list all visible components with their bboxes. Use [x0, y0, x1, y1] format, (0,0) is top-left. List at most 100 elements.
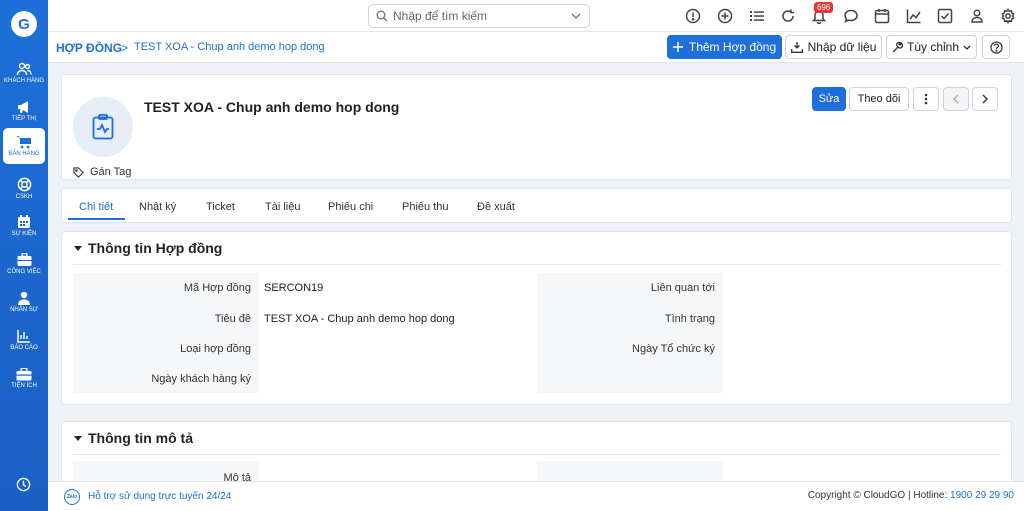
- person-icon: [18, 291, 30, 305]
- online-support-link[interactable]: Hỗ trợ sử dụng trực tuyến 24/24: [88, 491, 231, 502]
- breadcrumb-current: TEST XOA - Chup anh demo hop dong: [134, 41, 325, 53]
- help-button[interactable]: [982, 35, 1010, 59]
- task-check-icon[interactable]: [937, 8, 953, 24]
- calendar-icon[interactable]: [874, 8, 890, 24]
- record-title: TEST XOA - Chup anh demo hop dong: [144, 99, 400, 115]
- active-tab-indicator: [68, 218, 125, 220]
- sidebar-item-label: SỰ KIỆN: [11, 231, 37, 237]
- list-icon[interactable]: [749, 8, 765, 24]
- edit-button[interactable]: Sửa: [812, 87, 846, 111]
- next-record-button[interactable]: [972, 87, 998, 111]
- sidebar-item-utilities[interactable]: TIỆN ÍCH: [3, 360, 45, 396]
- section-divider: [73, 454, 1001, 455]
- cart-icon: [16, 136, 31, 149]
- chevron-down-icon[interactable]: [571, 13, 581, 19]
- help-icon: [989, 40, 1003, 54]
- hotline-number[interactable]: 1900 29 29 90: [950, 490, 1014, 501]
- section-divider: [73, 264, 1001, 265]
- assign-tag-link[interactable]: Gán Tag: [73, 166, 131, 178]
- sidebar-item-label: BÁO CÁO: [10, 345, 38, 351]
- sidebar-item-reports[interactable]: BÁO CÁO: [3, 322, 45, 358]
- assign-tag-label: Gán Tag: [90, 166, 132, 178]
- more-options-button[interactable]: [913, 87, 939, 111]
- toolbox-icon: [16, 367, 32, 380]
- sidebar-item-label: CÔNG VIỆC: [7, 269, 41, 275]
- breadcrumb-module-link[interactable]: HỢP ĐỒNG: [56, 41, 122, 55]
- caret-down-icon: [74, 435, 82, 441]
- sidebar-item-tasks[interactable]: CÔNG VIỆC: [3, 246, 45, 282]
- lifebuoy-icon: [17, 177, 31, 191]
- copyright-label: Copyright © CloudGO: [807, 490, 906, 501]
- chat-icon[interactable]: [843, 8, 859, 24]
- record-avatar: [73, 97, 133, 157]
- field-label: Tình trạng: [664, 313, 715, 325]
- sidebar-item-label: CSKH: [15, 193, 33, 200]
- import-data-button[interactable]: Nhập dữ liệu: [785, 35, 882, 59]
- field-value: SERCON19: [264, 282, 324, 294]
- calendar-icon: [18, 215, 30, 228]
- field-label: Tiêu đề: [214, 313, 251, 325]
- field-label: Loại hợp đồng: [180, 343, 251, 355]
- chevron-down-icon: [963, 45, 971, 50]
- field-label: Ngày khách hàng ký: [151, 373, 251, 385]
- search-input[interactable]: [393, 7, 563, 25]
- top-bar: 696: [48, 0, 1024, 32]
- field-value: TEST XOA - Chup anh demo hop dong: [264, 313, 455, 325]
- kebab-menu-icon: [924, 93, 928, 105]
- section-header-contract[interactable]: Thông tin Hợp đồng: [74, 240, 222, 256]
- previous-record-button[interactable]: [943, 87, 969, 111]
- report-icon: [17, 330, 30, 343]
- tab-history[interactable]: Nhật ký: [139, 201, 176, 213]
- sidebar-item-label: TIỆN ÍCH: [11, 382, 37, 389]
- tag-icon: [73, 166, 84, 178]
- tab-details[interactable]: Chi tiết: [79, 201, 113, 213]
- wrench-icon: [892, 41, 903, 52]
- follow-button[interactable]: Theo dõi: [849, 87, 909, 111]
- copyright-text: Copyright © CloudGO | Hotline: 1900 29 2…: [808, 490, 1014, 501]
- customize-label: Tùy chỉnh: [906, 40, 960, 54]
- sidebar-item-hr[interactable]: NHÂN SỰ: [3, 284, 45, 320]
- notification-badge: 696: [814, 2, 834, 13]
- global-search[interactable]: [368, 4, 590, 28]
- tab-receipt-vouchers[interactable]: Phiếu thu: [402, 201, 448, 213]
- footer: Zalo Hỗ trợ sử dụng trực tuyến 24/24 Cop…: [48, 481, 1024, 511]
- gear-icon[interactable]: [1000, 8, 1016, 24]
- sidebar-item-support[interactable]: CSKH: [3, 170, 45, 206]
- breadcrumb-separator: >: [121, 41, 129, 55]
- clipboard-chart-icon: [92, 114, 114, 140]
- app-logo[interactable]: G: [11, 11, 37, 37]
- tab-proposals[interactable]: Đề xuất: [477, 201, 515, 213]
- history-icon[interactable]: [16, 477, 31, 492]
- record-header-card: TEST XOA - Chup anh demo hop dong Gán Ta…: [61, 74, 1012, 180]
- chart-line-icon[interactable]: [906, 8, 922, 24]
- chevron-left-icon: [953, 94, 959, 104]
- import-data-label: Nhập dữ liệu: [807, 40, 877, 54]
- sidebar-item-events[interactable]: SỰ KIỆN: [3, 208, 45, 244]
- breadcrumb-bar: HỢP ĐỒNG > TEST XOA - Chup anh demo hop …: [48, 32, 1024, 63]
- tab-payment-vouchers[interactable]: Phiếu chi: [328, 201, 373, 213]
- alert-icon[interactable]: [685, 8, 701, 24]
- user-icon[interactable]: [969, 8, 985, 24]
- add-contract-button[interactable]: Thêm Hợp đồng: [667, 35, 782, 59]
- tab-documents[interactable]: Tài liệu: [265, 201, 300, 213]
- refresh-icon[interactable]: [780, 8, 796, 24]
- users-icon: [16, 62, 32, 76]
- search-icon: [376, 10, 388, 22]
- megaphone-icon: [18, 101, 28, 113]
- caret-down-icon: [74, 245, 82, 251]
- sidebar-item-label: TIẾP THỊ: [11, 116, 37, 122]
- sidebar: G KHÁCH HÀNG TIẾP THỊ BÁN HÀNG CSKH SỰ K…: [0, 0, 48, 511]
- contract-info-section: Thông tin Hợp đồng Mã Hợp đồng SERCON19 …: [61, 231, 1012, 405]
- field-label: Ngày Tổ chức ký: [632, 343, 715, 355]
- section-title: Thông tin mô tả: [88, 430, 193, 446]
- section-header-description[interactable]: Thông tin mô tả: [74, 430, 193, 446]
- sidebar-item-sales[interactable]: BÁN HÀNG: [3, 128, 45, 164]
- sidebar-item-customers[interactable]: KHÁCH HÀNG: [3, 55, 45, 91]
- tab-ticket[interactable]: Ticket: [206, 201, 235, 213]
- sidebar-item-marketing[interactable]: TIẾP THỊ: [3, 93, 45, 129]
- hotline-label: | Hotline:: [907, 490, 948, 501]
- plus-icon: [672, 42, 683, 52]
- add-circle-icon[interactable]: [717, 8, 733, 24]
- customize-button[interactable]: Tùy chỉnh: [886, 35, 977, 59]
- zalo-icon[interactable]: Zalo: [64, 489, 80, 505]
